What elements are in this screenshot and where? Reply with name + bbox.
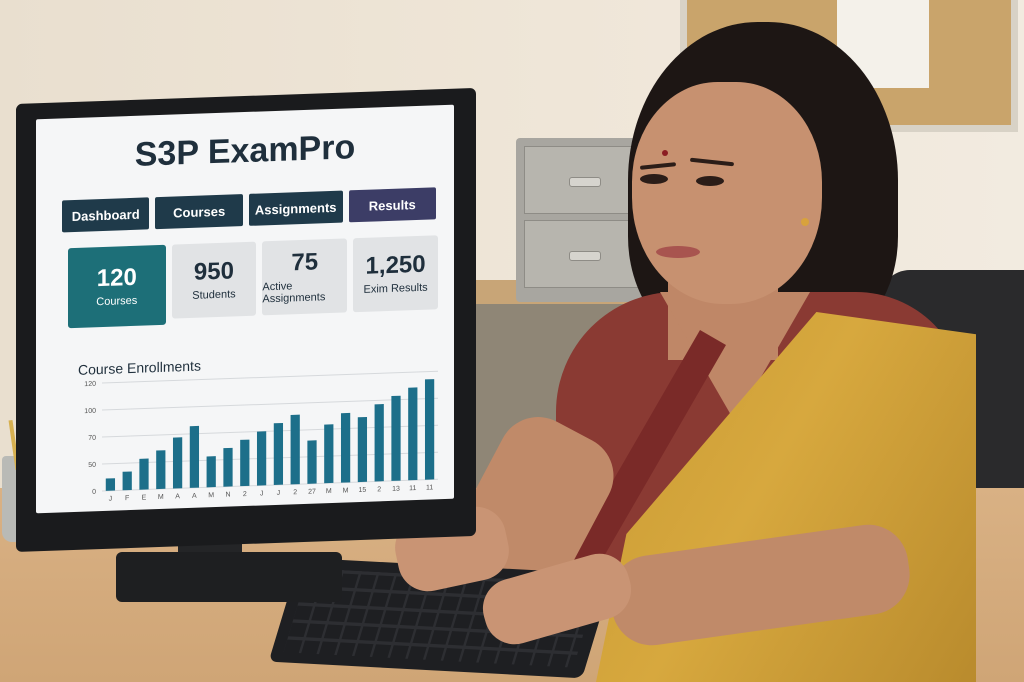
- chart-bar: [156, 450, 166, 490]
- chart-bar: [256, 431, 267, 486]
- drawer-handle: [569, 177, 601, 187]
- stat-value: 120: [96, 264, 137, 293]
- chart-title: Course Enrollments: [78, 357, 201, 378]
- grid-line: [102, 397, 438, 411]
- x-tick-label: 27: [308, 489, 316, 496]
- chart-bar: [290, 414, 300, 485]
- x-tick-label: A: [175, 493, 180, 500]
- chart-bar: [424, 379, 435, 480]
- left-eye: [640, 174, 668, 184]
- nav-assignments-button[interactable]: Assignments: [248, 190, 343, 226]
- grid-line: [102, 451, 438, 465]
- y-tick-label: 50: [88, 462, 96, 469]
- x-tick-label: 11: [409, 485, 416, 492]
- stat-value: 950: [193, 257, 234, 287]
- bindi: [662, 150, 668, 156]
- nav-dashboard-button[interactable]: Dashboard: [62, 197, 150, 233]
- chart-bar: [273, 422, 284, 485]
- chart-bar: [223, 447, 233, 487]
- photo-scene: S3P ExamPro Dashboard Courses Assignment…: [0, 0, 1024, 682]
- chart-bar: [105, 478, 116, 491]
- nav-bar: Dashboard Courses Assignments Results: [62, 187, 436, 233]
- app-title: S3P ExamPro: [134, 128, 356, 174]
- x-tick-label: 15: [359, 487, 367, 494]
- chart-bar: [408, 387, 418, 481]
- stat-value: 1,250: [365, 250, 426, 281]
- drawer-handle: [569, 251, 601, 261]
- earring: [801, 218, 809, 226]
- x-tick-label: M: [326, 488, 332, 495]
- grid-line: [102, 424, 438, 438]
- x-tick-label: J: [260, 490, 263, 497]
- chart-bar: [139, 458, 149, 490]
- monitor: S3P ExamPro Dashboard Courses Assignment…: [16, 87, 476, 552]
- nav-courses-button[interactable]: Courses: [155, 194, 243, 230]
- chart-bar: [206, 456, 216, 488]
- chart-bar: [189, 425, 200, 488]
- y-tick-label: 70: [88, 435, 96, 442]
- woman-lips: [656, 246, 700, 258]
- chart-bar: [172, 437, 183, 489]
- y-tick-label: 120: [84, 381, 96, 388]
- x-tick-label: J: [109, 496, 112, 503]
- stat-card-results[interactable]: 1,250 Exim Results: [353, 235, 438, 313]
- stat-label: Exim Results: [363, 281, 428, 296]
- right-eye: [696, 176, 724, 186]
- nav-results-button[interactable]: Results: [348, 187, 436, 223]
- chart-bar: [240, 439, 250, 487]
- x-tick-label: 2: [377, 486, 381, 493]
- x-tick-label: 13: [392, 486, 400, 493]
- chart-bar: [307, 440, 317, 484]
- woman-face: [632, 82, 822, 304]
- y-tick-label: 0: [92, 489, 96, 496]
- x-tick-label: E: [142, 494, 147, 501]
- x-tick-label: M: [158, 494, 164, 501]
- stat-card-courses[interactable]: 120 Courses: [68, 244, 166, 329]
- y-tick-label: 100: [84, 408, 96, 415]
- enrollment-chart: 0 50 70 100 120 J F E M A A M N 2 J J 2 27 M M 15 2 13 11 11: [84, 370, 438, 503]
- x-tick-label: N: [225, 492, 230, 499]
- x-tick-label: M: [208, 492, 214, 499]
- stat-label: Courses: [96, 294, 138, 308]
- stat-label: Students: [192, 288, 236, 302]
- stat-label: Active Assignments: [262, 280, 326, 306]
- x-tick-label: M: [343, 487, 349, 494]
- chart-bar: [357, 416, 368, 483]
- stat-value: 75: [291, 248, 319, 277]
- chart-bar: [374, 404, 384, 482]
- stat-card-students[interactable]: 950 Students: [171, 241, 257, 319]
- x-tick-label: 11: [426, 484, 433, 491]
- chart-bar: [391, 395, 401, 481]
- monitor-stand-base: [116, 552, 342, 602]
- chart-bar: [122, 471, 132, 491]
- chart-bar: [324, 424, 334, 484]
- grid-line: [102, 478, 438, 492]
- x-tick-label: J: [277, 490, 280, 497]
- x-tick-label: A: [192, 493, 197, 500]
- x-tick-label: F: [125, 495, 129, 502]
- stats-row: 120 Courses 950 Students 75 Active Assig…: [68, 235, 438, 329]
- monitor-screen: S3P ExamPro Dashboard Courses Assignment…: [36, 104, 454, 514]
- stat-card-assignments[interactable]: 75 Active Assignments: [262, 238, 348, 316]
- x-tick-label: 2: [293, 489, 297, 496]
- chart-bar: [340, 412, 351, 483]
- x-tick-label: 2: [243, 491, 247, 498]
